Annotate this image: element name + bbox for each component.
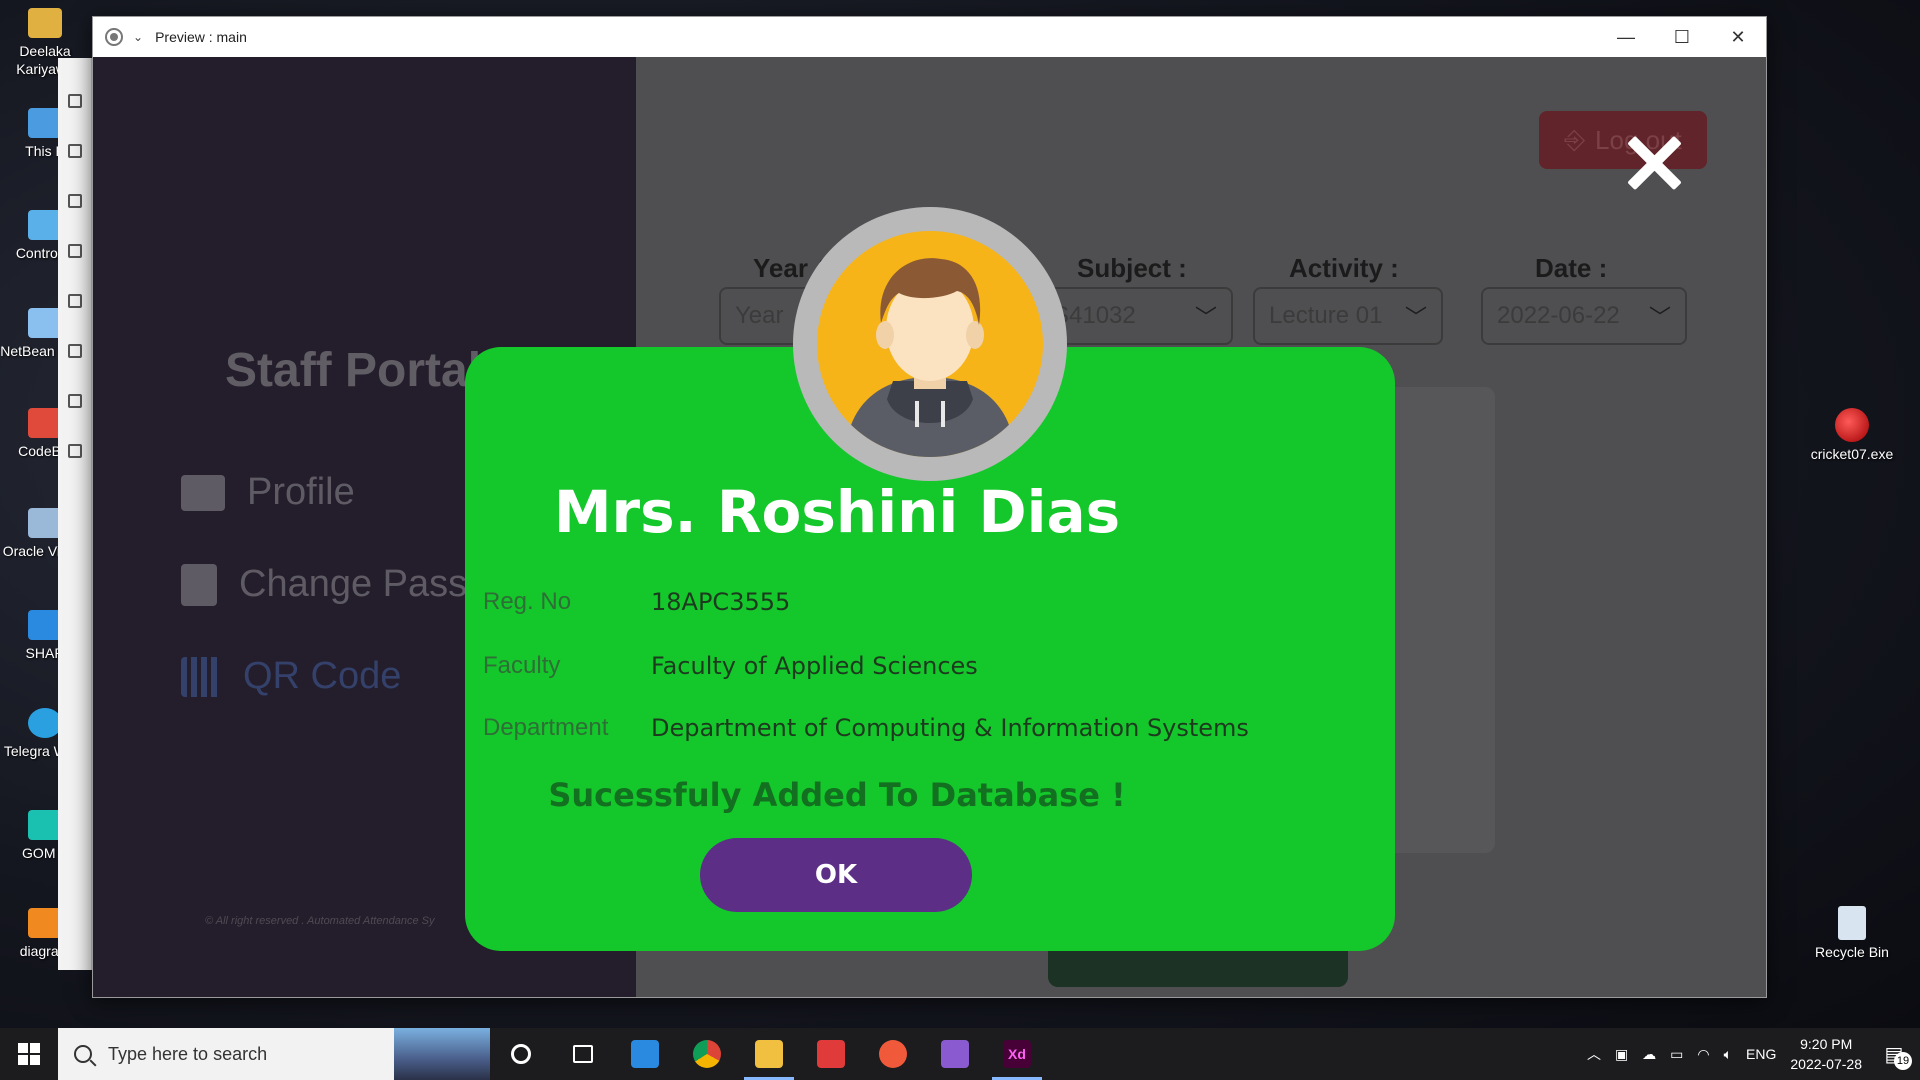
taskbar-app-mail[interactable] <box>614 1028 676 1080</box>
reg-no-value: 18APC3555 <box>651 588 791 616</box>
codeblocks-icon <box>28 408 62 438</box>
recycle-bin-icon <box>1838 906 1866 940</box>
gom-audio-icon <box>28 810 62 840</box>
volume-icon[interactable]: 🔈︎ <box>1724 1046 1732 1063</box>
desktop-icon-label: Recycle Bin <box>1815 944 1889 960</box>
diagram-icon <box>28 908 62 938</box>
reg-no-label: Reg. No <box>483 588 572 615</box>
ellipse-tool-icon[interactable] <box>67 244 82 258</box>
taskbar: Type here to search Xd ︿ ▣ ☁ ▭ ◠ 🔈︎ ENG … <box>0 1028 1920 1080</box>
notification-center-button[interactable]: ▤ 19 <box>1876 1036 1912 1072</box>
app-icon <box>879 1040 907 1068</box>
visual-studio-icon <box>941 1040 969 1068</box>
chevron-up-icon[interactable]: ︿ <box>1587 1044 1601 1064</box>
desktop-icon-cricket[interactable]: cricket07.exe <box>1802 408 1902 462</box>
search-placeholder: Type here to search <box>108 1043 268 1064</box>
clock-time: 9:20 PM <box>1800 1036 1853 1052</box>
system-tray: ︿ ▣ ☁ ▭ ◠ 🔈︎ ENG 9:20 PM 2022-07-28 ▤ 19 <box>1587 1034 1920 1074</box>
chrome-icon <box>693 1040 721 1068</box>
xd-side-toolbar <box>58 58 92 970</box>
language-indicator[interactable]: ENG <box>1746 1046 1776 1062</box>
desktop-icon-label: cricket07.exe <box>1810 446 1894 462</box>
avatar <box>817 231 1043 457</box>
clock-date: 2022-07-28 <box>1790 1056 1862 1072</box>
window-title: Preview : main <box>155 29 247 45</box>
minimize-button[interactable]: — <box>1598 17 1654 57</box>
start-button[interactable] <box>0 1028 58 1080</box>
pen-tool-icon[interactable] <box>67 394 82 408</box>
wifi-icon[interactable]: ◠ <box>1697 1046 1709 1063</box>
home-icon[interactable] <box>67 94 82 108</box>
folder-icon <box>28 8 62 38</box>
onedrive-icon[interactable]: ☁ <box>1642 1046 1656 1063</box>
windows-logo-icon <box>18 1043 40 1065</box>
telegram-icon <box>28 708 62 738</box>
task-view-button[interactable] <box>552 1028 614 1080</box>
cortana-icon <box>511 1044 531 1064</box>
taskbar-app-recorder[interactable] <box>800 1028 862 1080</box>
ok-button[interactable]: OK <box>700 838 972 912</box>
battery-icon[interactable]: ▭ <box>1670 1046 1683 1063</box>
close-window-button[interactable]: ✕ <box>1710 17 1766 57</box>
notification-count: 19 <box>1894 1052 1912 1070</box>
virtualbox-icon <box>28 508 62 538</box>
faculty-value: Faculty of Applied Sciences <box>651 652 978 680</box>
line-tool-icon[interactable] <box>67 344 82 358</box>
taskbar-app-red[interactable] <box>862 1028 924 1080</box>
desktop-icon-recycle-bin[interactable]: Recycle Bin <box>1802 906 1902 960</box>
control-panel-icon <box>28 210 62 240</box>
faculty-label: Faculty <box>483 652 561 679</box>
taskbar-app-chrome[interactable] <box>676 1028 738 1080</box>
user-avatar-icon <box>845 258 1015 457</box>
computer-icon <box>28 108 62 138</box>
taskbar-app-adobe-xd[interactable]: Xd <box>986 1028 1048 1080</box>
rectangle-tool-icon[interactable] <box>67 194 82 208</box>
record-icon[interactable] <box>105 28 123 46</box>
cricket-ball-icon <box>1835 408 1869 442</box>
window-controls: — ☐ ✕ <box>1598 17 1766 57</box>
clock[interactable]: 9:20 PM 2022-07-28 <box>1790 1034 1862 1074</box>
department-label: Department <box>483 714 609 741</box>
window-titlebar: ⌄ Preview : main — ☐ ✕ <box>93 17 1766 57</box>
select-tool-icon[interactable] <box>67 144 82 158</box>
close-modal-icon[interactable] <box>1623 132 1685 194</box>
success-message: Sucessfuly Added To Database ! <box>548 776 1126 814</box>
task-view-icon <box>573 1045 593 1063</box>
share-icon <box>28 610 62 640</box>
search-icon <box>74 1045 92 1063</box>
adobe-xd-icon: Xd <box>1003 1040 1031 1068</box>
cortana-button[interactable] <box>490 1028 552 1080</box>
taskbar-app-file-explorer[interactable] <box>738 1028 800 1080</box>
taskbar-app-visual-studio[interactable] <box>924 1028 986 1080</box>
department-value: Department of Computing & Information Sy… <box>651 714 1249 742</box>
recorder-icon <box>817 1040 845 1068</box>
meet-now-icon[interactable]: ▣ <box>1615 1046 1628 1063</box>
search-highlight-image <box>394 1028 490 1080</box>
folder-icon <box>755 1040 783 1068</box>
polygon-tool-icon[interactable] <box>67 294 82 308</box>
maximize-button[interactable]: ☐ <box>1654 17 1710 57</box>
staff-name: Mrs. Roshini Dias <box>553 478 1121 546</box>
taskbar-search[interactable]: Type here to search <box>58 1028 490 1080</box>
mail-icon <box>631 1040 659 1068</box>
netbeans-icon <box>28 308 62 338</box>
chevron-down-icon[interactable]: ⌄ <box>133 30 143 44</box>
text-tool-icon[interactable] <box>67 444 82 458</box>
